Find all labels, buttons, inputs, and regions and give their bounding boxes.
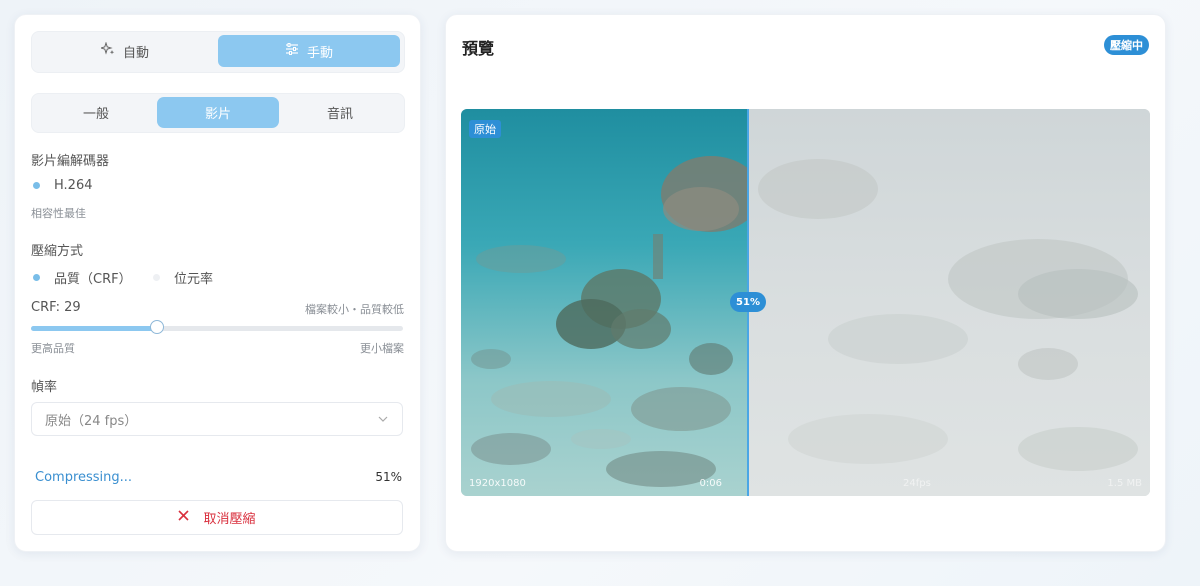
framerate-select[interactable]: 原始（24 fps） [31, 402, 403, 436]
crf-slider-thumb[interactable] [150, 320, 164, 334]
auto-mode-button[interactable]: 自動 [36, 35, 214, 67]
preview-title: 預覽 [462, 39, 495, 58]
compression-heading: 壓縮方式 [31, 244, 84, 259]
comparison-viewer[interactable]: 原始 1920x1080 0:06 24fps 1.5 MB 51% [461, 109, 1150, 496]
crf-slider[interactable] [31, 320, 403, 334]
compression-quality-label: 品質（CRF） [54, 272, 132, 287]
compression-option-bitrate[interactable]: 位元率 [153, 268, 213, 287]
progress-status: Compressing... [35, 470, 133, 485]
codec-hint: 相容性最佳 [31, 207, 86, 220]
original-video-frame: 原始 1920x1080 0:06 [461, 109, 748, 496]
manual-mode-label: 手動 [306, 45, 333, 61]
auto-mode-label: 自動 [122, 45, 149, 61]
cancel-compression-label: 取消壓縮 [203, 512, 256, 527]
compression-option-quality[interactable]: 品質（CRF） [33, 268, 132, 287]
progress-percent: 51% [375, 470, 402, 484]
preview-panel: 預覽 壓縮中 原始 1920x1080 0:06 24fps 1.5 MB 51… [445, 14, 1166, 552]
chevron-down-icon [378, 413, 388, 428]
original-timestamp: 0:06 [699, 478, 722, 489]
original-badge: 原始 [469, 120, 501, 138]
codec-option-label: H.264 [54, 178, 93, 193]
radio-selected-icon [33, 274, 40, 281]
cancel-compression-button[interactable]: 取消壓縮 [31, 500, 403, 535]
crf-min-label: 更高品質 [31, 342, 75, 355]
compressed-fps: 24fps [903, 478, 931, 489]
original-resolution: 1920x1080 [469, 478, 526, 489]
close-icon [178, 510, 190, 525]
manual-mode-button[interactable]: 手動 [218, 35, 400, 67]
tab-video[interactable]: 影片 [157, 97, 279, 128]
sliders-icon [285, 43, 299, 59]
codec-option-h264[interactable]: H.264 [33, 178, 93, 193]
crf-max-label: 更小檔案 [360, 342, 404, 355]
crf-right-hint: 檔案較小・品質較低 [305, 303, 404, 316]
tab-general[interactable]: 一般 [35, 97, 157, 128]
radio-unselected-icon [153, 274, 160, 281]
compression-bitrate-label: 位元率 [174, 272, 214, 287]
framerate-selected-value: 原始（24 fps） [45, 413, 138, 429]
crf-label: CRF: 29 [31, 300, 81, 315]
crf-slider-fill [31, 326, 157, 331]
compressed-video-frame: 24fps 1.5 MB [748, 109, 1150, 496]
settings-panel: 自動 手動 一般 影片 音訊 影片編解碼器 H.264 相容性最佳 壓縮方式 品… [14, 14, 421, 552]
compressed-size: 1.5 MB [1107, 478, 1142, 489]
split-handle[interactable]: 51% [730, 292, 766, 312]
codec-heading: 影片編解碼器 [31, 154, 110, 169]
status-badge: 壓縮中 [1104, 35, 1149, 55]
settings-tabs: 一般 影片 音訊 [31, 93, 405, 133]
tab-audio[interactable]: 音訊 [279, 97, 401, 128]
mode-toggle: 自動 手動 [31, 31, 405, 73]
sparkle-icon [99, 41, 115, 60]
radio-selected-icon [33, 182, 40, 189]
framerate-heading: 幀率 [31, 380, 58, 395]
